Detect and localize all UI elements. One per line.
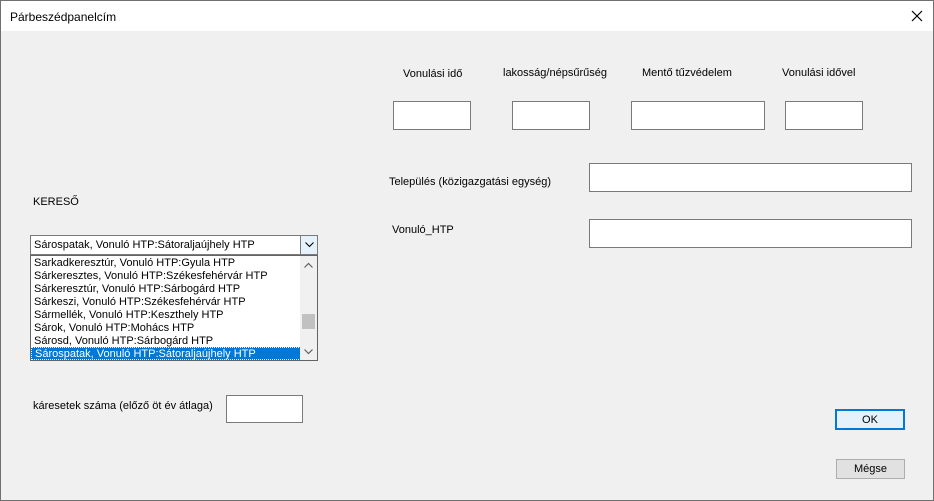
scroll-up-button[interactable] [300,257,317,272]
list-item[interactable]: Sárok, Vonuló HTP:Mohács HTP [31,322,301,335]
list-item[interactable]: Sárkeresztes, Vonuló HTP:Székesfehérvár … [31,270,301,283]
search-dropdown-list[interactable]: Sarkadkeresztúr, Vonuló HTP:Gyula HTP Sá… [30,255,318,361]
vonulasi-ido-label: Vonulási idő [403,68,463,80]
ok-button[interactable]: OK [835,409,905,430]
list-item[interactable]: Sármellék, Vonuló HTP:Keszthely HTP [31,309,301,322]
search-combobox-button[interactable] [300,236,317,254]
list-item[interactable]: Sarkadkeresztúr, Vonuló HTP:Gyula HTP [31,257,301,270]
close-icon [911,10,923,22]
scroll-down-button[interactable] [300,344,317,359]
list-item-selected[interactable]: Sárospatak, Vonuló HTP:Sátoraljaújhely H… [31,347,301,360]
vonulo-htp-field[interactable] [589,219,912,248]
vonulasi-idovel-label: Vonulási idővel [782,67,856,79]
chevron-down-icon [304,242,314,248]
dropdown-scrollbar[interactable] [300,256,317,360]
telepules-field[interactable] [589,163,912,192]
mento-label: Mentő tűzvédelem [642,67,732,79]
mento-field[interactable] [631,101,765,130]
title-bar[interactable]: Párbeszédpanelcím [1,1,933,31]
vonulasi-idovel-field[interactable] [785,101,863,130]
dialog-window: Párbeszédpanelcím Vonulási idő lakosság/… [0,0,934,501]
search-combobox-value: Sárospatak, Vonuló HTP:Sátoraljaújhely H… [34,239,255,251]
chevron-down-icon [304,348,313,354]
vonulo-htp-label: Vonuló_HTP [392,224,454,236]
cancel-button[interactable]: Mégse [836,459,905,479]
scroll-thumb[interactable] [302,314,315,329]
list-item[interactable]: Sárkeszi, Vonuló HTP:Székesfehérvár HTP [31,296,301,309]
search-combobox[interactable]: Sárospatak, Vonuló HTP:Sátoraljaújhely H… [30,235,318,255]
lakossag-label: lakosság/népsűrűség [503,67,607,79]
vonulasi-ido-field[interactable] [393,101,471,130]
close-button[interactable] [901,1,933,31]
karesetek-label: káresetek száma (előző öt év átlaga) [33,400,213,412]
window-title: Párbeszédpanelcím [10,10,117,24]
chevron-up-icon [304,262,313,268]
list-item[interactable]: Sárkeresztúr, Vonuló HTP:Sárbogárd HTP [31,283,301,296]
lakossag-field[interactable] [512,101,590,130]
kereso-label: KERESŐ [33,196,79,208]
telepules-label: Település (közigazgatási egység) [389,176,552,188]
karesetek-field[interactable] [226,395,303,423]
